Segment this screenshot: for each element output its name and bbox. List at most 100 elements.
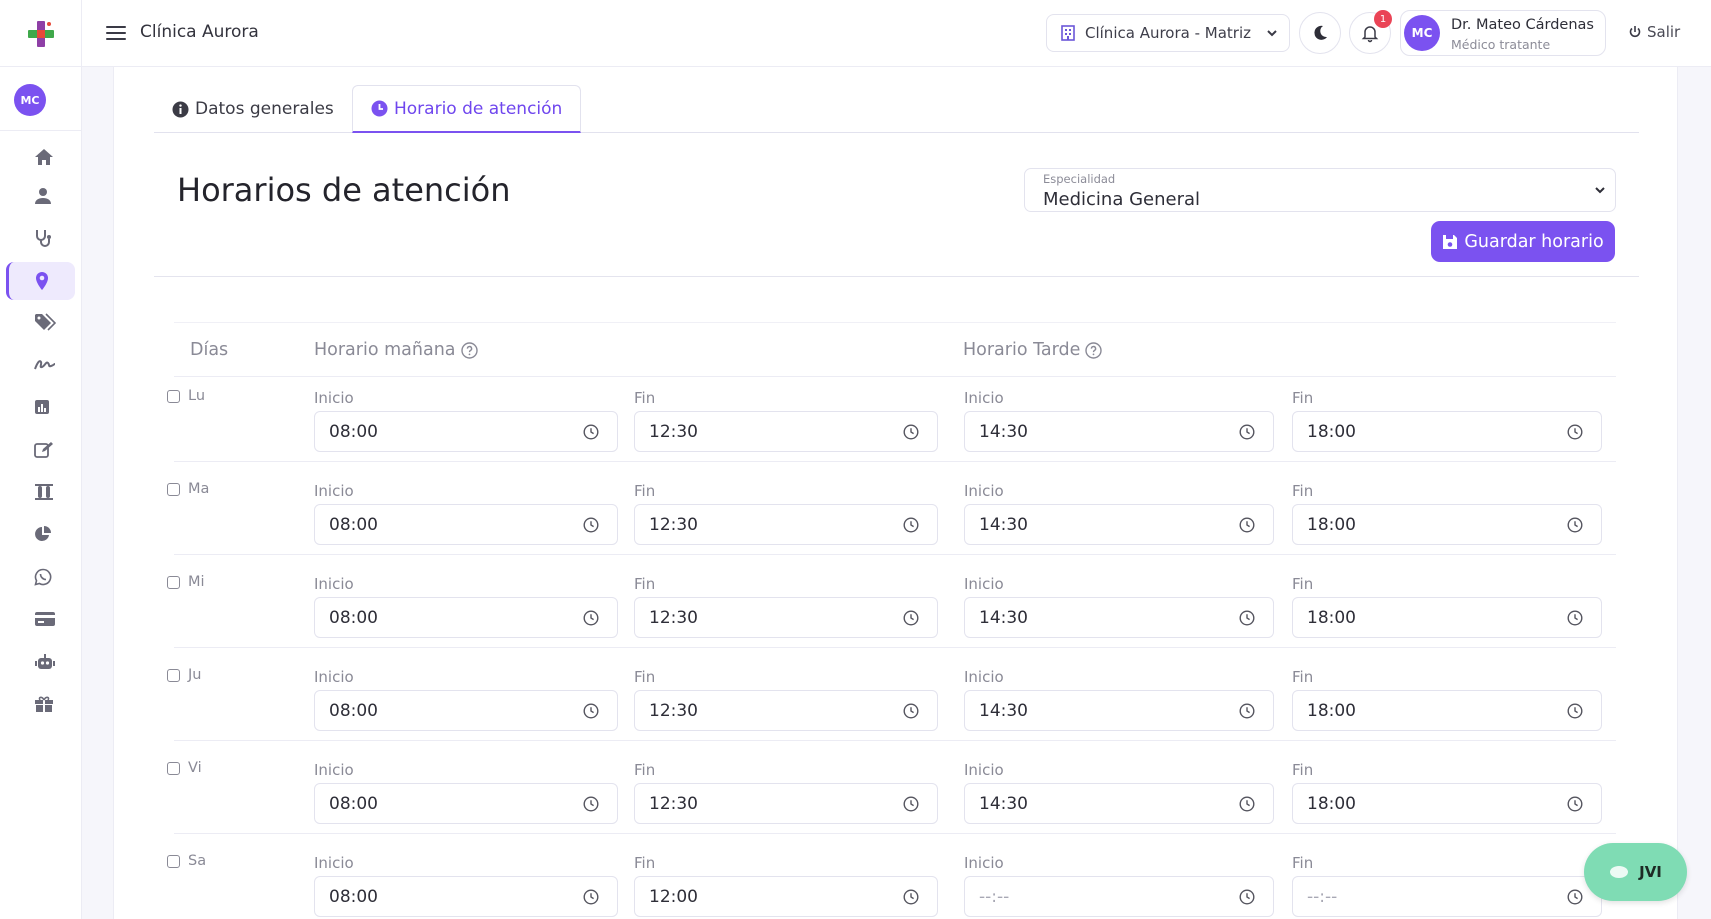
afternoon-end-input[interactable]: 18:00 [1292, 690, 1602, 731]
logout-button[interactable]: Salir [1628, 23, 1680, 41]
page-title: Horarios de atención [177, 171, 511, 209]
afternoon-start-input[interactable]: --:-- [964, 876, 1274, 917]
morning-start-input[interactable]: 08:00 [314, 690, 618, 731]
day-checkbox[interactable] [167, 482, 180, 496]
sidebar-item-reports[interactable] [6, 388, 75, 426]
morning-end-label: Fin [634, 389, 656, 407]
afternoon-end-input[interactable]: 18:00 [1292, 783, 1602, 824]
afternoon-start-input[interactable]: 14:30 [964, 690, 1274, 731]
afternoon-start-input[interactable]: 14:30 [964, 783, 1274, 824]
sidebar-item-assistant[interactable] [6, 643, 75, 681]
afternoon-start-input[interactable]: 14:30 [964, 597, 1274, 638]
afternoon-start-input[interactable]: 14:30 [964, 411, 1274, 452]
sidebar-item-consultations[interactable] [6, 219, 75, 257]
day-checkbox[interactable] [167, 389, 180, 403]
user-icon [35, 188, 51, 204]
clock-icon [583, 796, 599, 812]
sidebar-item-statistics[interactable] [6, 515, 75, 553]
afternoon-start-input[interactable]: 14:30 [964, 504, 1274, 545]
branch-select[interactable]: Clínica Aurora - Matriz [1046, 14, 1290, 52]
tab-general-data[interactable]: Datos generales [154, 85, 352, 133]
sidebar-item-laboratory[interactable] [6, 473, 75, 511]
sidebar-item-notes[interactable] [6, 431, 75, 469]
day-label: Sa [188, 853, 207, 869]
afternoon-end-value: --:-- [1307, 886, 1338, 907]
table-top-border [174, 322, 1616, 323]
clock-icon [1567, 796, 1583, 812]
tab-bar: Datos generales Horario de atención [154, 85, 1639, 133]
morning-end-label: Fin [634, 575, 656, 593]
morning-end-value: 12:00 [649, 886, 698, 907]
day-label: Lu [188, 388, 206, 404]
day-cell: Ma [167, 481, 209, 497]
sidebar-item-signature[interactable] [6, 346, 75, 384]
morning-end-value: 12:30 [649, 421, 698, 442]
afternoon-end-input[interactable]: 18:00 [1292, 597, 1602, 638]
chevron-down-icon [1267, 30, 1277, 37]
morning-start-input[interactable]: 08:00 [314, 504, 618, 545]
schedule-row-wednesday: Mi Inicio 08:00 Fin 12:30 Inicio 14:30 F… [114, 563, 1679, 648]
afternoon-end-input[interactable]: 18:00 [1292, 411, 1602, 452]
morning-start-input[interactable]: 08:00 [314, 783, 618, 824]
clock-icon [903, 889, 919, 905]
day-checkbox[interactable] [167, 854, 180, 868]
hamburger-menu-icon[interactable] [104, 22, 128, 44]
assistant-chat-button[interactable]: JVI [1584, 843, 1687, 901]
column-header-days: Días [190, 340, 228, 360]
gift-icon [35, 696, 53, 712]
morning-start-value: 08:00 [329, 421, 378, 442]
help-circle-icon[interactable] [460, 341, 478, 359]
sidebar-item-home[interactable] [6, 138, 75, 176]
clock-icon [1567, 610, 1583, 626]
sidebar-item-rewards[interactable] [6, 685, 75, 723]
clock-icon [583, 610, 599, 626]
sidebar-item-services[interactable] [6, 303, 75, 341]
user-name: Dr. Mateo Cárdenas [1451, 17, 1594, 33]
logo[interactable] [0, 0, 82, 67]
robot-icon [35, 654, 55, 669]
morning-end-input[interactable]: 12:30 [634, 504, 938, 545]
day-cell: Ju [167, 667, 201, 683]
sidebar-divider [0, 130, 82, 131]
sidebar-item-payments[interactable] [6, 600, 75, 638]
home-icon [35, 149, 53, 165]
afternoon-start-label: Inicio [964, 389, 1004, 407]
morning-end-input[interactable]: 12:30 [634, 597, 938, 638]
morning-start-value: 08:00 [329, 793, 378, 814]
morning-end-input[interactable]: 12:30 [634, 783, 938, 824]
column-header-afternoon-label: Horario Tarde [963, 340, 1081, 360]
column-header-morning: Horario mañana [314, 340, 478, 360]
sidebar-item-patients[interactable] [6, 177, 75, 215]
sidebar-item-whatsapp[interactable] [6, 558, 75, 596]
afternoon-end-input[interactable]: 18:00 [1292, 504, 1602, 545]
afternoon-end-input[interactable]: --:-- [1292, 876, 1602, 917]
clock-icon [1239, 796, 1255, 812]
user-menu[interactable]: MC Dr. Mateo Cárdenas Médico tratante [1400, 10, 1606, 56]
afternoon-end-value: 18:00 [1307, 421, 1356, 442]
afternoon-end-label: Fin [1292, 668, 1314, 686]
tab-general-data-label: Datos generales [195, 99, 334, 119]
morning-start-label: Inicio [314, 482, 354, 500]
sidebar-avatar[interactable]: MC [14, 84, 46, 116]
dark-mode-toggle[interactable] [1299, 12, 1341, 54]
morning-start-input[interactable]: 08:00 [314, 411, 618, 452]
save-schedule-button[interactable]: Guardar horario [1431, 221, 1615, 262]
clock-icon [903, 703, 919, 719]
help-circle-icon[interactable] [1085, 341, 1103, 359]
day-checkbox[interactable] [167, 761, 180, 775]
morning-end-input[interactable]: 12:30 [634, 690, 938, 731]
section-divider [154, 276, 1639, 277]
morning-start-input[interactable]: 08:00 [314, 876, 618, 917]
schedule-row-friday: Vi Inicio 08:00 Fin 12:30 Inicio 14:30 F… [114, 749, 1679, 834]
morning-end-input[interactable]: 12:00 [634, 876, 938, 917]
morning-start-input[interactable]: 08:00 [314, 597, 618, 638]
day-checkbox[interactable] [167, 575, 180, 589]
sidebar-item-locations[interactable] [6, 262, 75, 300]
specialty-select[interactable]: Especialidad Medicina General [1024, 168, 1616, 212]
day-checkbox[interactable] [167, 668, 180, 682]
tab-schedule[interactable]: Horario de atención [352, 85, 582, 133]
day-cell: Vi [167, 760, 202, 776]
morning-end-input[interactable]: 12:30 [634, 411, 938, 452]
morning-end-label: Fin [634, 854, 656, 872]
morning-start-label: Inicio [314, 854, 354, 872]
